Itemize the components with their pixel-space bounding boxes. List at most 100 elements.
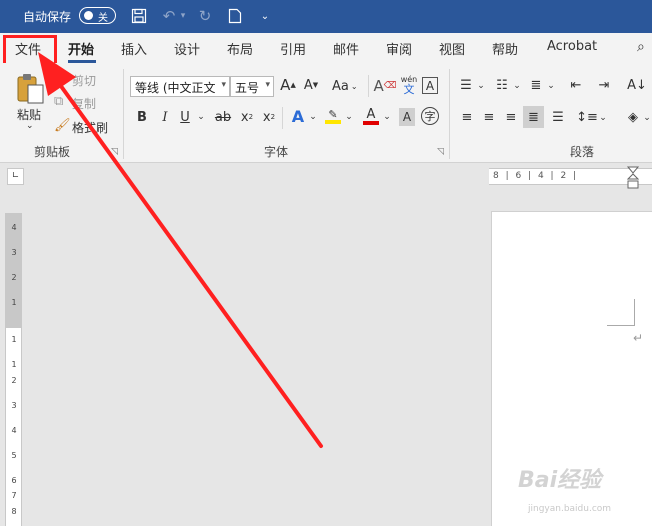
- strikethrough-button[interactable]: ab: [214, 108, 232, 126]
- chevron-down-icon[interactable]: ⌄: [382, 108, 392, 126]
- ruler-number: 5: [11, 451, 17, 460]
- phonetic-guide-icon[interactable]: wén 文: [400, 72, 418, 98]
- bold-button[interactable]: B: [136, 108, 148, 126]
- customize-quick-access-icon[interactable]: ⌄: [255, 6, 275, 26]
- tab-help[interactable]: 帮助: [492, 39, 518, 58]
- highlight-icon[interactable]: ✎: [324, 105, 342, 127]
- paste-icon[interactable]: [14, 73, 46, 105]
- ruler-number: 1: [11, 335, 17, 344]
- autosave-state: 关: [98, 13, 108, 24]
- tab-mailings[interactable]: 邮件: [333, 39, 359, 58]
- multilevel-list-icon[interactable]: ≣: [528, 76, 544, 94]
- group-divider: [123, 69, 124, 159]
- divider: [368, 75, 369, 97]
- undo-icon[interactable]: ↶: [159, 6, 179, 26]
- ruler-number: 1: [11, 298, 17, 307]
- underline-button[interactable]: U: [179, 108, 191, 126]
- chevron-down-icon[interactable]: ⌄: [308, 108, 318, 126]
- group-divider: [449, 69, 450, 159]
- copy-label[interactable]: 复制: [72, 95, 96, 112]
- tab-insert[interactable]: 插入: [121, 39, 147, 58]
- ruler-number: 2: [11, 376, 17, 385]
- cut-label[interactable]: 剪切: [72, 72, 96, 89]
- tab-home[interactable]: 开始: [68, 39, 94, 58]
- tab-layout[interactable]: 布局: [227, 39, 253, 58]
- tab-references[interactable]: 引用: [280, 39, 306, 58]
- chevron-down-icon[interactable]: ⌄: [599, 109, 607, 127]
- ruler-number: 3: [11, 248, 17, 257]
- save-icon[interactable]: [129, 6, 149, 26]
- line-spacing-icon[interactable]: ↕≡: [576, 108, 598, 126]
- align-center-icon[interactable]: ≡: [481, 108, 497, 126]
- ruler-number: 6: [11, 476, 17, 485]
- ribbon-home: 粘贴 ⌄ ✂ 剪切 ⧉ 复制 🖌 格式刷 剪贴板 ◹ 等线 (中文正文 ▾ 五号…: [0, 63, 652, 163]
- character-shading-icon[interactable]: A: [399, 108, 415, 126]
- title-bar: 自动保存 关 ↶ ▾ ↻ ⌄: [0, 0, 652, 33]
- chevron-down-icon[interactable]: ⌄: [643, 109, 651, 127]
- chevron-down-icon: ▾: [265, 80, 270, 90]
- tab-review[interactable]: 审阅: [386, 39, 412, 58]
- change-case-icon[interactable]: Aa ⌄: [332, 76, 358, 96]
- clipboard-group-label: 剪贴板: [34, 145, 71, 159]
- ruler-number: 4: [11, 223, 17, 232]
- ruler-number: 2: [11, 273, 17, 282]
- grow-font-icon[interactable]: A ▲: [280, 75, 296, 95]
- paragraph-mark-icon: ↵: [633, 331, 644, 345]
- ruler-number: 3: [11, 401, 17, 410]
- toggle-knob: [84, 11, 93, 20]
- justify-icon[interactable]: ≣: [523, 106, 544, 128]
- font-name-value: 等线 (中文正文: [135, 81, 216, 95]
- decrease-indent-icon[interactable]: ⇤: [568, 76, 584, 94]
- font-size-select[interactable]: 五号 ▾: [230, 76, 274, 97]
- distributed-icon[interactable]: ☰: [550, 108, 566, 126]
- shading-icon[interactable]: ◈: [624, 108, 642, 126]
- paragraph-group-label: 段落: [570, 145, 595, 159]
- text-effects-icon[interactable]: A: [290, 106, 306, 126]
- font-color-icon[interactable]: A: [362, 105, 380, 127]
- font-launcher-icon[interactable]: ◹: [437, 147, 444, 157]
- autosave-label: 自动保存: [23, 10, 72, 24]
- tab-view[interactable]: 视图: [439, 39, 465, 58]
- font-name-select[interactable]: 等线 (中文正文 ▾: [130, 76, 230, 97]
- undo-dropdown-icon[interactable]: ▾: [177, 6, 189, 26]
- superscript-button[interactable]: x2: [262, 108, 276, 126]
- shrink-font-icon[interactable]: A ▼: [303, 75, 319, 95]
- character-border-icon[interactable]: A: [422, 77, 438, 94]
- paste-dropdown-icon[interactable]: ⌄: [26, 121, 34, 131]
- watermark-logo: Bai经验: [518, 468, 602, 493]
- tab-design[interactable]: 设计: [174, 39, 200, 58]
- autosave-toggle[interactable]: 关: [79, 7, 116, 24]
- numbering-icon[interactable]: ☷: [494, 76, 510, 94]
- align-left-icon[interactable]: ≡: [459, 108, 475, 126]
- clear-formatting-icon[interactable]: A ⌫: [374, 76, 397, 96]
- search-icon[interactable]: ⌕: [637, 39, 645, 55]
- chevron-down-icon[interactable]: ⌄: [344, 108, 354, 126]
- indent-marker-icon[interactable]: [627, 166, 639, 190]
- tab-acrobat[interactable]: Acrobat: [547, 39, 597, 54]
- format-painter-label[interactable]: 格式刷: [72, 119, 108, 136]
- chevron-down-icon: ▾: [221, 80, 226, 90]
- chevron-down-icon[interactable]: ⌄: [547, 77, 555, 95]
- underline-dropdown-icon[interactable]: ⌄: [196, 108, 206, 126]
- chevron-down-icon[interactable]: ⌄: [477, 77, 485, 95]
- new-document-icon[interactable]: [225, 6, 245, 26]
- italic-button[interactable]: I: [159, 108, 171, 126]
- format-painter-icon[interactable]: 🖌: [54, 118, 71, 133]
- cut-icon[interactable]: ✂: [54, 71, 65, 86]
- enclosed-character-icon[interactable]: 字: [421, 107, 439, 125]
- font-group-label: 字体: [264, 145, 289, 159]
- subscript-button[interactable]: x2: [240, 108, 254, 126]
- ruler-number: 8: [11, 507, 17, 516]
- clipboard-launcher-icon[interactable]: ◹: [111, 147, 118, 157]
- vertical-ruler[interactable]: 4 3 2 1 1 1 2 3 4 5 6 7 8: [5, 213, 22, 526]
- bullets-icon[interactable]: ☰: [458, 76, 474, 94]
- align-right-icon[interactable]: ≡: [503, 108, 519, 126]
- ruler-number: 1: [11, 360, 17, 369]
- increase-indent-icon[interactable]: ⇥: [596, 76, 612, 94]
- ribbon-tabs: 文件 开始 插入 设计 布局 引用 邮件 审阅 视图 帮助 Acrobat ⌕: [0, 33, 652, 75]
- chevron-down-icon[interactable]: ⌄: [513, 77, 521, 95]
- copy-icon[interactable]: ⧉: [54, 94, 63, 109]
- tab-selector-button[interactable]: ∟: [7, 168, 24, 185]
- redo-icon[interactable]: ↻: [195, 6, 215, 26]
- sort-icon[interactable]: A↓: [627, 76, 647, 94]
